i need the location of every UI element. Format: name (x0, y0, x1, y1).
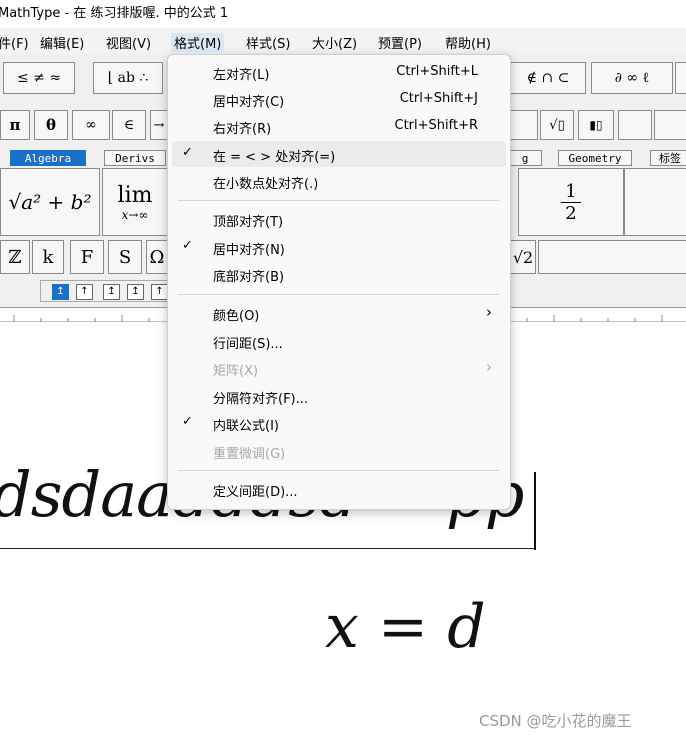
fraktur-f-symbol[interactable]: F (70, 240, 104, 274)
fraktur-k-symbol[interactable]: k (32, 240, 64, 274)
radical-template[interactable]: √▯ (540, 110, 574, 140)
menu-item-label: 颜色(O) (213, 309, 260, 324)
menu-help[interactable]: 帮助(H) (445, 33, 491, 52)
menu-matrix: 矩阵(X) › (172, 355, 506, 381)
tab-labels[interactable]: 标签 (650, 150, 686, 166)
menu-item-label: 定义间距(D)... (213, 485, 298, 500)
menu-item-label: 顶部对齐(T) (213, 215, 284, 230)
element-of-symbol[interactable]: ∈ (112, 110, 146, 140)
text-cursor (534, 472, 536, 550)
menu-item-label: 矩阵(X) (213, 364, 259, 379)
fraction-denominator: 2 (565, 202, 577, 224)
menu-item-label: 行间距(S)... (213, 337, 283, 352)
template-slot-2[interactable] (538, 240, 686, 274)
menu-item-shortcut: Ctrl+Shift+J (399, 91, 478, 106)
selection-underline (0, 548, 536, 549)
fraction-template[interactable]: 1 2 (518, 168, 624, 236)
sqrt-sum-template[interactable]: √a² + b² (0, 168, 100, 236)
menu-item-shortcut: Ctrl+Shift+L (396, 64, 478, 79)
set-theory-palette[interactable]: ∉ ∩ ⊂ (510, 62, 586, 94)
menu-separator (178, 294, 500, 295)
menu-item-label: 在小数点处对齐(.) (213, 177, 319, 192)
limit-template[interactable]: lim x→∞ (102, 168, 168, 236)
menu-align-bottom[interactable]: 底部对齐(B) (172, 261, 506, 287)
limit-subscript: x→∞ (121, 207, 149, 222)
menu-item-label: 在 = < > 处对齐(=) (213, 150, 336, 165)
menu-preferences[interactable]: 预置(P) (378, 33, 422, 52)
fraktur-s-symbol[interactable]: S (108, 240, 142, 274)
menu-align-left[interactable]: 左对齐(L) Ctrl+Shift+L (172, 59, 506, 85)
menu-item-label: 左对齐(L) (213, 68, 270, 83)
limit-label: lim (117, 182, 153, 208)
menu-item-label: 底部对齐(B) (213, 270, 285, 285)
menu-reset-nudge: 重置微调(G) (172, 438, 506, 464)
menu-item-label: 居中对齐(N) (213, 243, 285, 258)
menu-inline-equation[interactable]: ✓ 内联公式(I) (172, 410, 506, 436)
menu-item-label: 居中对齐(C) (213, 95, 285, 110)
menu-align-top[interactable]: 顶部对齐(T) (172, 206, 506, 232)
checkmark-icon: ✓ (182, 414, 193, 429)
nudge-toolbar (40, 280, 170, 302)
omega-symbol[interactable]: Ω (146, 240, 168, 274)
theta-symbol[interactable]: θ (34, 110, 68, 140)
infinity-symbol[interactable]: ∞ (72, 110, 110, 140)
calculus-palette[interactable]: ∂ ∞ ℓ (591, 62, 673, 94)
chevron-right-icon: › (486, 358, 492, 376)
menu-align-center[interactable]: 居中对齐(C) Ctrl+Shift+J (172, 86, 506, 112)
palette-overflow[interactable] (675, 62, 686, 94)
arrow-symbol[interactable]: → (150, 110, 168, 140)
subscript-template[interactable] (618, 110, 652, 140)
menu-align-right[interactable]: 右对齐(R) Ctrl+Shift+R (172, 113, 506, 139)
equation-line-2[interactable]: x = d (325, 582, 486, 672)
menu-separator (178, 470, 500, 471)
format-menu: 左对齐(L) Ctrl+Shift+L 居中对齐(C) Ctrl+Shift+J… (167, 54, 511, 510)
menu-separator (178, 200, 500, 201)
menu-align-at-equals[interactable]: ✓ 在 = < > 处对齐(=) (172, 141, 506, 167)
title-bar: MathType - 在 练习排版喔. 中的公式 1 (0, 0, 686, 28)
menu-delimiter-align[interactable]: 分隔符对齐(F)... (172, 383, 506, 409)
superscript-template[interactable]: ▮▯ (578, 110, 614, 140)
window-title: MathType - 在 练习排版喔. 中的公式 1 (0, 6, 229, 21)
menu-item-label: 内联公式(I) (213, 419, 279, 434)
tab-algebra[interactable]: Algebra (10, 150, 86, 166)
menu-format[interactable]: 格式(M) (171, 33, 225, 52)
subsup-template[interactable] (654, 110, 686, 140)
menu-view[interactable]: 视图(V) (106, 33, 151, 52)
menu-line-spacing[interactable]: 行间距(S)... (172, 328, 506, 354)
checkmark-icon: ✓ (182, 145, 193, 160)
template-fence[interactable] (510, 110, 538, 140)
fraction-numerator: 1 (561, 181, 581, 203)
pi-symbol[interactable]: π (0, 110, 30, 140)
template-slot[interactable] (624, 168, 686, 236)
watermark: CSDN @吃小花的魔王 (479, 712, 632, 730)
menu-item-shortcut: Ctrl+Shift+R (394, 118, 479, 133)
menu-size[interactable]: 大小(Z) (312, 33, 357, 52)
menu-edit[interactable]: 编辑(E) (40, 33, 84, 52)
relations-palette[interactable]: ≤ ≠ ≈ (3, 62, 75, 94)
menu-align-decimal[interactable]: 在小数点处对齐(.) (172, 168, 506, 194)
menu-item-label: 重置微调(G) (213, 447, 286, 462)
menu-define-spacing[interactable]: 定义间距(D)... (172, 476, 506, 502)
tab-statistics[interactable]: g (508, 150, 542, 166)
menu-item-label: 分隔符对齐(F)... (213, 392, 309, 407)
integers-symbol[interactable]: ℤ (0, 240, 30, 274)
menu-bar: 件(F) 编辑(E) 视图(V) 格式(M) 样式(S) 大小(Z) 预置(P)… (0, 28, 686, 54)
chevron-right-icon: › (486, 303, 492, 321)
menu-color[interactable]: 颜色(O) › (172, 300, 506, 326)
menu-file[interactable]: 件(F) (0, 33, 29, 52)
spaces-palette[interactable]: ⌊ ab ∴ (93, 62, 163, 94)
checkmark-icon: ✓ (182, 238, 193, 253)
menu-style[interactable]: 样式(S) (246, 33, 290, 52)
sqrt-two-template[interactable]: √2 (510, 240, 536, 274)
menu-item-label: 右对齐(R) (213, 122, 272, 137)
menu-align-middle[interactable]: ✓ 居中对齐(N) (172, 234, 506, 260)
tab-derivs[interactable]: Derivs (104, 150, 166, 166)
tab-geometry[interactable]: Geometry (558, 150, 632, 166)
